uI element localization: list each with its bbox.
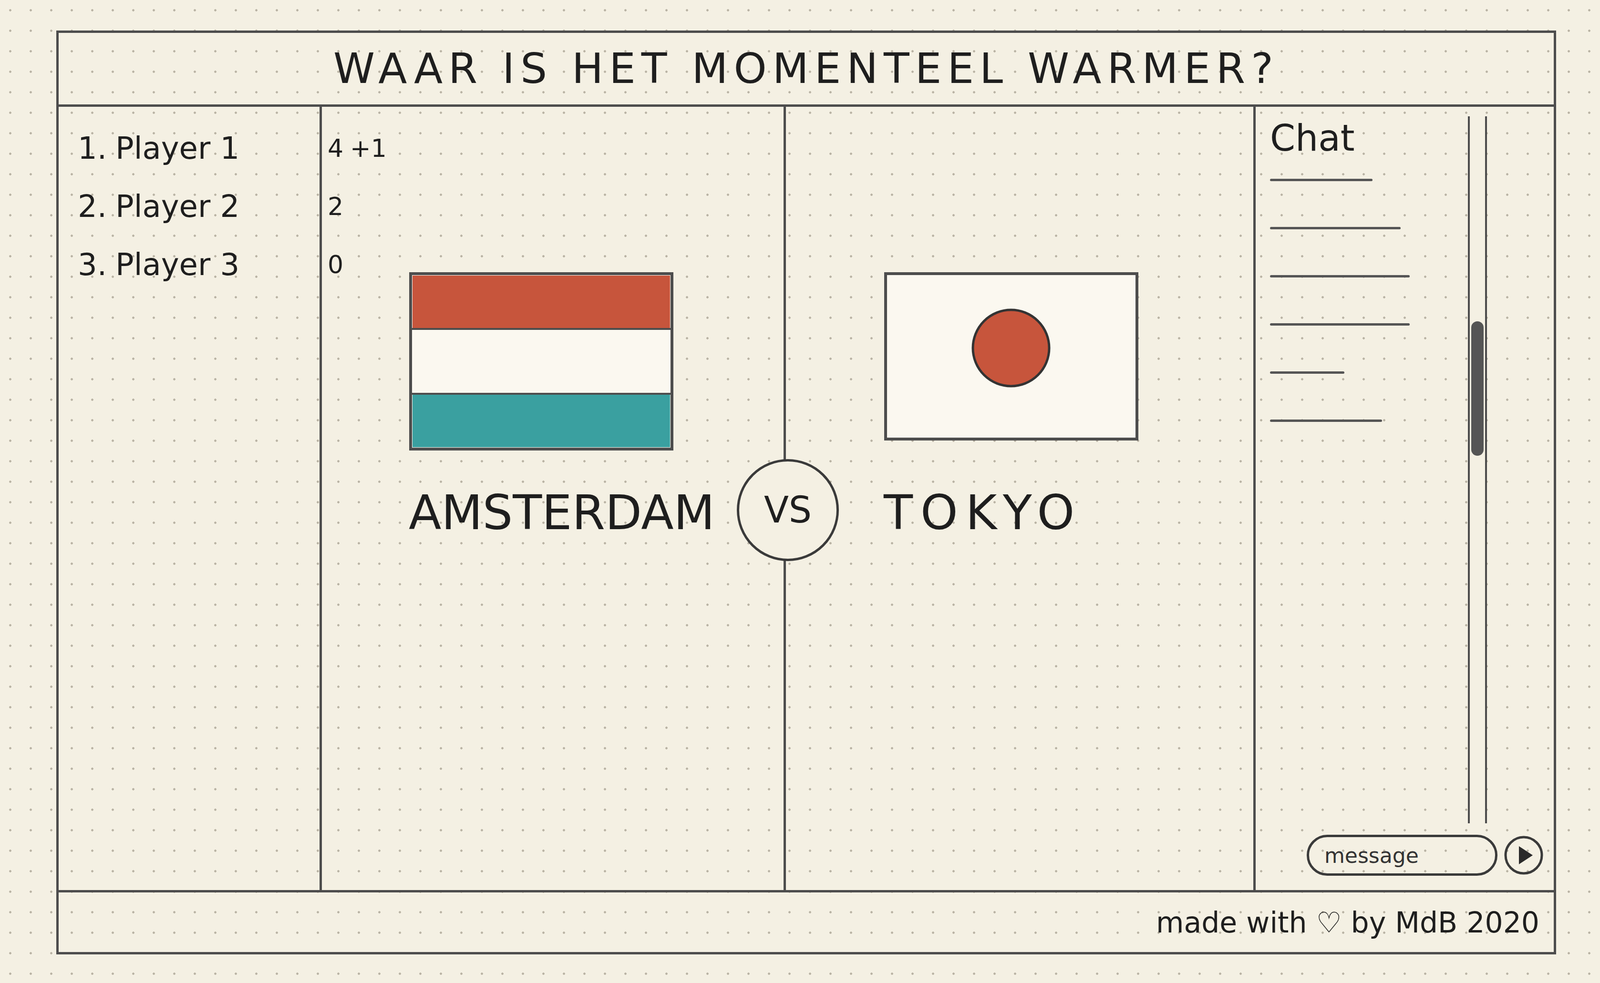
player-scores: 4+120	[321, 106, 394, 891]
chat-scroll-area: Chat	[1269, 116, 1487, 824]
city-comparison: AMSTERDAM TOKYO VS	[393, 106, 1254, 891]
japan-flag-icon	[883, 271, 1139, 442]
player-score: 4	[327, 134, 344, 163]
player-row: 3.Player 3	[58, 235, 320, 294]
send-icon	[1503, 835, 1545, 877]
chat-messages	[1269, 178, 1457, 423]
chat-message	[1269, 178, 1373, 182]
city-option[interactable]: AMSTERDAM	[393, 106, 786, 891]
score-delta: +1	[350, 134, 387, 163]
player-name: Player 3	[115, 247, 240, 283]
city-name: TOKYO	[883, 484, 1083, 542]
player-names: 1.Player 12.Player 23.Player 3	[58, 106, 322, 891]
chat-panel: Chat	[1253, 106, 1554, 891]
chat-title: Chat	[1269, 116, 1457, 160]
header: WAAR IS HET MOMENTEEL WARMER?	[58, 32, 1554, 107]
app-frame: WAAR IS HET MOMENTEEL WARMER?1.Player 12…	[56, 30, 1557, 955]
player-score: 0	[327, 250, 344, 279]
player-rank: 3.	[77, 247, 107, 283]
chat-message	[1269, 419, 1383, 423]
page-title: WAAR IS HET MOMENTEEL WARMER?	[333, 43, 1280, 94]
message-input[interactable]	[1306, 835, 1498, 877]
player-rank: 1.	[77, 130, 107, 166]
chat-scrollbar[interactable]	[1467, 116, 1487, 824]
chat-content: Chat	[1269, 116, 1457, 824]
player-name: Player 2	[115, 188, 240, 225]
chat-message	[1269, 227, 1401, 230]
chat-message	[1269, 323, 1410, 326]
score-row: 2	[321, 177, 394, 236]
player-row: 1.Player 1	[58, 119, 320, 178]
leaderboard: 1.Player 12.Player 23.Player 34+120	[58, 106, 394, 891]
chat-message	[1269, 371, 1345, 374]
footer-credit: made with ♡ by MdB 2020	[1156, 906, 1540, 940]
send-button[interactable]	[1503, 835, 1545, 877]
player-name: Player 1	[115, 130, 240, 166]
netherlands-flag-icon	[408, 271, 674, 452]
versus-badge: VS	[736, 459, 839, 562]
game-body: 1.Player 12.Player 23.Player 34+120AMSTE…	[58, 106, 1554, 891]
player-rank: 2.	[77, 188, 107, 225]
chat-input-row	[1269, 835, 1545, 877]
score-row: 4+1	[321, 119, 394, 178]
player-row: 2.Player 2	[58, 177, 320, 236]
chat-message	[1269, 275, 1410, 278]
player-score: 2	[327, 192, 344, 221]
city-option[interactable]: TOKYO	[785, 106, 1254, 891]
city-name: AMSTERDAM	[408, 484, 715, 542]
footer: made with ♡ by MdB 2020	[58, 890, 1554, 953]
page: WAAR IS HET MOMENTEEL WARMER?1.Player 12…	[0, 0, 1600, 983]
scrollbar-thumb[interactable]	[1471, 321, 1484, 456]
score-row: 0	[321, 235, 394, 294]
